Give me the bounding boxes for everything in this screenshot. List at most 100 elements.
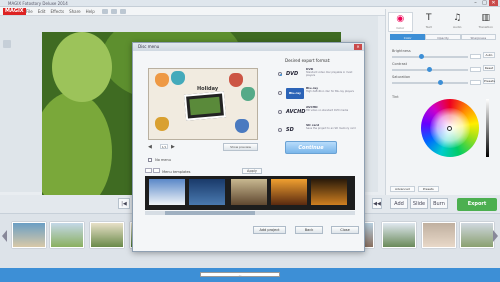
brightness-track[interactable]	[392, 56, 468, 58]
settings-icon[interactable]	[120, 9, 126, 14]
contrast-value[interactable]	[470, 67, 481, 72]
template-tab-1[interactable]	[145, 168, 152, 173]
add-project-button[interactable]: Add project	[253, 226, 286, 234]
dialog-close-icon[interactable]: ✕	[354, 44, 362, 50]
format-sdcard[interactable]: SD SD card Save the project to an SD memo…	[278, 123, 358, 141]
close-icon[interactable]: ✕	[489, 0, 498, 6]
subtab-sharpness[interactable]: Sharpness	[460, 34, 496, 40]
saturation-knob[interactable]	[438, 80, 443, 85]
template-thumbnail[interactable]	[189, 179, 225, 205]
slide-button[interactable]: Slide	[410, 198, 428, 209]
tab-color[interactable]: ◉ Color	[387, 12, 413, 32]
saturation-value[interactable]	[470, 80, 481, 85]
format-bluray[interactable]: Blu-ray Blu-ray High definition disc for …	[278, 86, 358, 104]
maximize-icon[interactable]: □	[480, 0, 489, 6]
clip[interactable]	[50, 222, 84, 248]
dvd-radio[interactable]	[278, 72, 282, 76]
brightness-value[interactable]	[470, 54, 481, 59]
continue-button[interactable]: Continue	[285, 141, 337, 154]
auto-button[interactable]: Auto	[483, 52, 495, 58]
go-to-start-button[interactable]: |◀	[118, 198, 130, 209]
format-dvd[interactable]: DVD DVD Standard video disc playable in m…	[278, 67, 358, 85]
text-icon: T	[426, 13, 432, 23]
handprint-decoration	[235, 119, 249, 133]
handprint-decoration	[229, 73, 243, 87]
saturation-track[interactable]	[392, 82, 468, 84]
export-button[interactable]: Export	[457, 198, 497, 211]
add-button[interactable]: Add	[390, 198, 408, 209]
scroll-right-icon[interactable]	[493, 230, 498, 242]
monitor-side-button[interactable]	[3, 40, 11, 48]
bluray-radio[interactable]	[278, 91, 282, 95]
disc-menu-dialog: Disc menu ✕ Holiday ◀ 1/1 ▶ Show preview…	[132, 42, 365, 252]
burn-button[interactable]: Burn	[430, 198, 448, 209]
clip[interactable]	[460, 222, 494, 248]
page-indicator: 1/1	[160, 144, 168, 149]
template-thumbnail[interactable]	[271, 179, 307, 205]
saturation-slider-row: Saturation Presets	[392, 75, 495, 85]
color-wheel[interactable]	[421, 99, 479, 157]
handprint-decoration	[155, 73, 169, 87]
redo-icon[interactable]	[111, 9, 117, 14]
color-wheel-icon: ◉	[396, 14, 405, 24]
menu-effects[interactable]: Effects	[50, 9, 64, 14]
templates-header: Menu templates Apply	[145, 168, 345, 174]
brightness-knob[interactable]	[419, 54, 424, 59]
show-preview-button[interactable]: Show preview	[223, 143, 258, 151]
clip[interactable]	[422, 222, 456, 248]
clip[interactable]	[382, 222, 416, 248]
handprint-decoration	[241, 87, 255, 101]
close-button[interactable]: Close	[331, 226, 359, 234]
scroll-left-icon[interactable]	[2, 230, 7, 242]
clip[interactable]	[12, 222, 46, 248]
color-picker-handle[interactable]	[447, 126, 452, 131]
no-menu-option[interactable]: No menu	[148, 158, 171, 162]
template-thumbnail[interactable]	[311, 179, 347, 205]
tab-text[interactable]: T Text	[416, 12, 441, 32]
no-menu-checkbox[interactable]	[148, 158, 152, 162]
rewind-button[interactable]: ◀◀	[372, 198, 382, 209]
dialog-title: Disc menu	[138, 44, 160, 49]
template-scrollbar[interactable]	[145, 211, 355, 215]
undo-icon[interactable]	[102, 9, 108, 14]
menu-preview: Holiday	[148, 68, 258, 140]
avchd-radio[interactable]	[278, 110, 282, 114]
footer-presets-button[interactable]: Presets	[417, 186, 439, 192]
menu-list: File Edit Effects Share Help	[26, 9, 95, 14]
menu-share[interactable]: Share	[69, 9, 81, 14]
tint-label: Tint	[392, 95, 399, 99]
menu-file[interactable]: File	[26, 9, 33, 14]
back-button[interactable]: Back	[295, 226, 323, 234]
menu-edit[interactable]: Edit	[38, 9, 46, 14]
template-thumbnail[interactable]	[149, 179, 185, 205]
reset-button[interactable]: Reset	[483, 65, 495, 71]
subtab-color[interactable]: Color	[390, 34, 426, 40]
tab-transition[interactable]: ▥ Transition	[473, 12, 498, 32]
prev-page-icon[interactable]: ◀	[148, 144, 152, 150]
menu-preview-frame	[183, 91, 227, 121]
minimize-icon[interactable]: –	[471, 0, 480, 6]
brightness-slider-row: Brightness Auto	[391, 48, 495, 61]
format-avchd[interactable]: AVCHD AVCHD HD video on standard DVD medi…	[278, 105, 358, 123]
clip[interactable]	[90, 222, 124, 248]
contrast-knob[interactable]	[427, 67, 432, 72]
template-strip	[145, 176, 355, 210]
title-bar: MAGIX Fotostory Deluxe 2014 – □ ✕	[0, 0, 500, 7]
sdcard-radio[interactable]	[278, 128, 282, 132]
menu-help[interactable]: Help	[86, 9, 95, 14]
template-scroll-thumb[interactable]	[165, 211, 255, 215]
apply-button[interactable]: Apply	[242, 168, 262, 174]
tab-audio[interactable]: ♫ Audio	[445, 12, 470, 32]
next-page-icon[interactable]: ▶	[171, 144, 175, 150]
color-subtabs: Color Opacity Sharpness	[390, 34, 496, 40]
effects-panel: ◉ Color T Text ♫ Audio ▥ Transition Colo…	[385, 9, 500, 195]
timeline-track[interactable]: ...	[0, 268, 500, 282]
transition-icon: ▥	[481, 13, 490, 23]
subtab-opacity[interactable]: Opacity	[425, 34, 461, 40]
handprint-decoration	[171, 71, 185, 85]
advanced-button[interactable]: Advanced	[390, 186, 415, 192]
template-tab-2[interactable]	[153, 168, 160, 173]
presets-button[interactable]: Presets	[483, 78, 495, 84]
luminance-slider[interactable]	[486, 99, 489, 157]
template-thumbnail[interactable]	[231, 179, 267, 205]
